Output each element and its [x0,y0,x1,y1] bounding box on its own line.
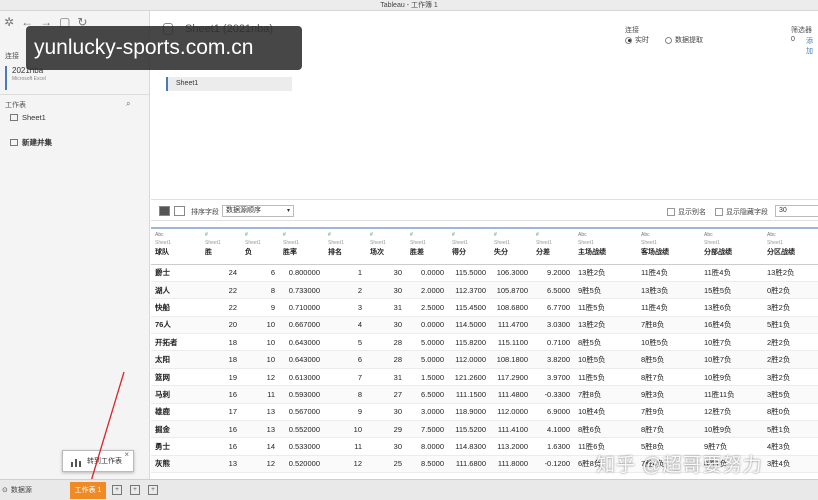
new-dashboard-icon[interactable]: + [130,485,140,495]
new-story-icon[interactable]: + [148,485,158,495]
datasource-tab[interactable]: ⊙ 数据源 [2,485,32,495]
datasource-tab-label: 数据源 [10,487,32,494]
new-sheet-icon[interactable]: + [112,485,122,495]
annotation-arrow [85,371,125,495]
status-bar: ⊙ 数据源 工作表 1 + + + [0,479,818,500]
sheet-tab[interactable]: 工作表 1 [70,482,106,499]
datasource-tab-icon: ⊙ [2,487,8,494]
